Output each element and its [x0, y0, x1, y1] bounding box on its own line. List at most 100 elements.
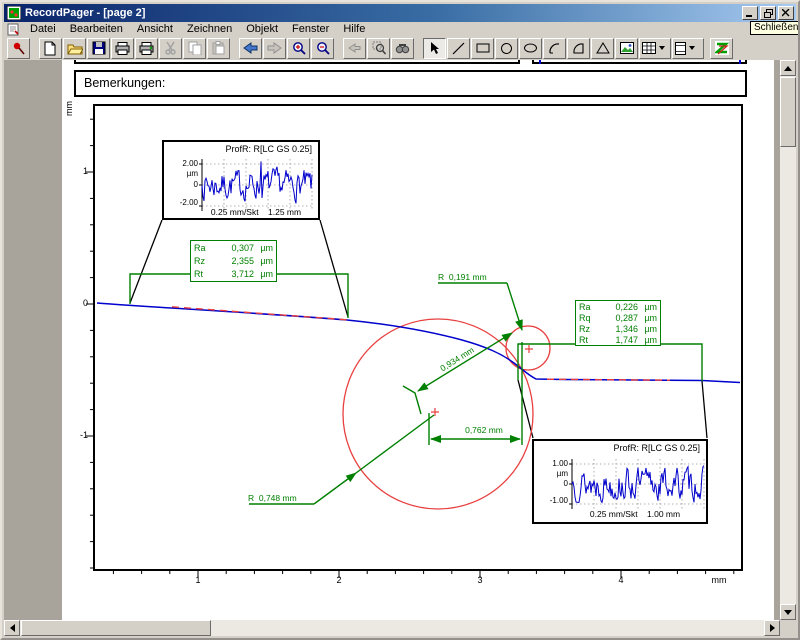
arc-tool-button[interactable] — [543, 38, 566, 59]
large-fit-circle — [343, 319, 533, 509]
zoom-in-button[interactable] — [287, 38, 310, 59]
minimize-button[interactable] — [742, 6, 758, 20]
zoom-out-button[interactable] — [311, 38, 334, 59]
dimension-horizontal[interactable]: 0,762 mm — [439, 425, 529, 435]
image-tool-button[interactable] — [615, 38, 638, 59]
rectangle-icon — [476, 42, 490, 54]
inset-x-label: 0.25 mm/Skt 1.25 mm — [194, 207, 318, 217]
inset-y-unit: µm — [534, 469, 568, 478]
binoculars-icon — [395, 42, 410, 54]
zoom-in-icon — [292, 41, 306, 55]
inset-y-unit: µm — [164, 169, 198, 178]
copy-button[interactable] — [183, 38, 206, 59]
inset-y-zero: 0 — [164, 180, 198, 189]
zoom-out-icon — [316, 41, 330, 55]
line-icon — [452, 42, 465, 55]
close-button[interactable] — [778, 6, 794, 20]
vertical-scrollbar[interactable] — [780, 60, 796, 620]
roughness-table-1[interactable]: Ra0,307µm Rz2,355µm Rt3,712µm — [190, 240, 277, 282]
restore-button[interactable] — [760, 6, 776, 20]
menu-hilfe[interactable]: Hilfe — [336, 22, 372, 36]
select-tool-button[interactable] — [423, 38, 446, 59]
print-button[interactable] — [111, 38, 134, 59]
horizontal-scroll-thumb[interactable] — [21, 620, 211, 636]
large-circle-center-mark — [431, 408, 439, 416]
column-dropdown-icon[interactable] — [689, 46, 695, 50]
dimension-radius-large[interactable]: R 0,748 mm — [248, 493, 297, 503]
menu-fenster[interactable]: Fenster — [285, 22, 336, 36]
nav-forward-button[interactable] — [263, 38, 286, 59]
scroll-left-button[interactable] — [4, 620, 20, 636]
inset-y-min: -2.00 — [164, 198, 198, 207]
closed-arc-tool-button[interactable] — [567, 38, 590, 59]
inset-y-axis — [569, 459, 572, 509]
column-tool-button[interactable] — [672, 38, 704, 59]
inset-y-max: 2.00 — [164, 159, 198, 168]
triangle-tool-button[interactable] — [591, 38, 614, 59]
open-folder-icon — [67, 42, 83, 55]
open-button[interactable] — [63, 38, 86, 59]
save-button[interactable] — [87, 38, 110, 59]
toolbar — [4, 36, 796, 60]
printer-icon — [115, 42, 130, 55]
table-dropdown-icon[interactable] — [659, 46, 665, 50]
printer-copy-icon — [139, 42, 154, 55]
inset-y-axis — [199, 159, 202, 211]
rectangle-tool-button[interactable] — [471, 38, 494, 59]
wizard-z-icon — [715, 41, 729, 55]
arrow-forward-icon — [267, 42, 282, 54]
x-tick-2: 2 — [328, 575, 350, 585]
y-axis-unit: mm — [64, 101, 74, 121]
menu-ansicht[interactable]: Ansicht — [130, 22, 180, 36]
line-tool-button[interactable] — [447, 38, 470, 59]
zoom-region-right — [518, 344, 702, 381]
column-icon — [675, 42, 686, 55]
table-row: Rq0,287µm — [579, 313, 657, 324]
ellipse-tool-button[interactable] — [519, 38, 542, 59]
x-axis-unit: mm — [708, 575, 730, 585]
roughness-table-2[interactable]: Ra0,226µm Rq0,287µm Rz1,346µm Rt1,747µm — [575, 300, 661, 346]
scroll-right-button[interactable] — [764, 620, 780, 636]
table-tool-button[interactable] — [639, 38, 671, 59]
app-window: RecordPager - [page 2] Datei Bearbeiten … — [0, 0, 800, 640]
menu-zeichnen[interactable]: Zeichnen — [180, 22, 239, 36]
table-row: Ra0,307µm — [194, 242, 273, 255]
table-row: Rz1,346µm — [579, 324, 657, 335]
wizard-button[interactable] — [710, 38, 733, 59]
arrow-right-icon — [770, 624, 775, 632]
print-copy-button[interactable] — [135, 38, 158, 59]
zoom-region-button[interactable] — [367, 38, 390, 59]
arrow-left-gray-icon — [348, 43, 361, 53]
pin-button[interactable] — [7, 38, 30, 59]
arc-icon — [548, 42, 561, 55]
document-page[interactable]: Bemerkungen: — [62, 60, 774, 620]
scroll-up-button[interactable] — [780, 60, 796, 76]
new-page-button[interactable] — [39, 38, 62, 59]
dimension-radius-small[interactable]: R 0,191 mm — [438, 272, 487, 282]
nav-back-button[interactable] — [239, 38, 262, 59]
table-row: Ra0,226µm — [579, 302, 657, 313]
y-tick-neg1: -1 — [64, 430, 88, 440]
roughness-inset-top[interactable]: ProfR: R[LC GS 0.25] 2.00 µm 0 -2.00 0.2… — [162, 140, 320, 220]
roughness-inset-bottom[interactable]: ProfR: R[LC GS 0.25] 1.00 µm 0 -1.00 0.2… — [532, 439, 708, 524]
vertical-scroll-thumb[interactable] — [780, 77, 796, 147]
menu-bearbeiten[interactable]: Bearbeiten — [63, 22, 130, 36]
menu-datei[interactable]: Datei — [23, 22, 63, 36]
inset-x-label: 0.25 mm/Skt 1.00 mm — [564, 509, 706, 519]
y-axis-ticks — [86, 119, 94, 568]
new-page-icon — [44, 41, 57, 56]
horizontal-scrollbar[interactable] — [4, 620, 780, 636]
paste-button[interactable] — [207, 38, 230, 59]
arrow-down-icon — [784, 610, 792, 615]
copy-icon — [188, 41, 202, 55]
menu-objekt[interactable]: Objekt — [239, 22, 285, 36]
arrow-up-icon — [784, 66, 792, 71]
nav-left-button[interactable] — [343, 38, 366, 59]
scroll-down-button[interactable] — [780, 604, 796, 620]
document-icon[interactable] — [7, 23, 20, 36]
save-icon — [92, 41, 106, 55]
cut-button[interactable] — [159, 38, 182, 59]
find-button[interactable] — [391, 38, 414, 59]
menu-bar: Datei Bearbeiten Ansicht Zeichnen Objekt… — [4, 22, 796, 36]
circle-tool-button[interactable] — [495, 38, 518, 59]
